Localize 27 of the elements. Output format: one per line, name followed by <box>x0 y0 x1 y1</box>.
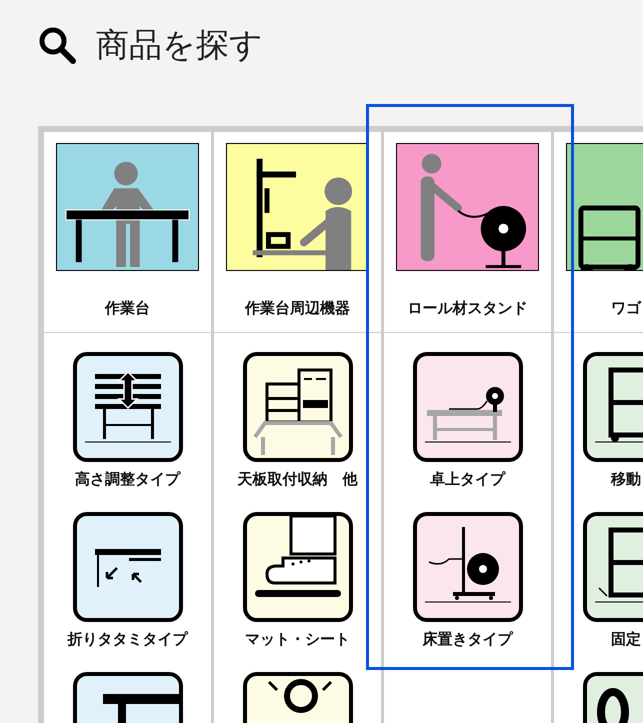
subcategory-label[interactable]: 折りタタミタイプ <box>68 630 188 648</box>
category-column[interactable]: ワゴ 移動 固定 <box>554 132 643 723</box>
category-icon[interactable] <box>56 143 199 271</box>
page-title: 商品を探す <box>96 24 263 66</box>
subcategory-label[interactable]: 固定 <box>611 630 641 648</box>
category-icon[interactable] <box>226 143 369 271</box>
subcategory-label[interactable]: 高さ調整タイプ <box>75 470 180 488</box>
category-icon[interactable] <box>396 143 539 271</box>
subcategory-label[interactable]: マット・シート <box>245 630 350 648</box>
search-icon <box>38 26 76 64</box>
subcategory-label[interactable]: 床置きタイプ <box>422 630 512 648</box>
category-label[interactable]: ロール材スタンド <box>408 299 528 317</box>
category-label[interactable]: 作業台 <box>105 299 150 317</box>
subcategory-icon[interactable] <box>72 512 182 622</box>
category-label[interactable]: ワゴ <box>611 299 641 317</box>
category-column[interactable]: ロール材スタンド 卓上タイプ 床置きタイプ <box>384 132 551 723</box>
subcategory-icon[interactable] <box>72 352 182 462</box>
subcategory-icon[interactable] <box>412 352 522 462</box>
category-column[interactable]: 作業台周辺機器 天板取付収納 他 マット・シート <box>214 132 381 723</box>
subcategory-icon[interactable] <box>242 352 352 462</box>
subcategory-label[interactable]: 天板取付収納 他 <box>238 470 358 488</box>
subcategory-label[interactable]: 卓上タイプ <box>430 470 505 488</box>
category-label[interactable]: 作業台周辺機器 <box>245 299 350 317</box>
subcategory-icon[interactable] <box>242 512 352 622</box>
subcategory-label[interactable]: 移動 <box>611 470 641 488</box>
category-column[interactable]: 作業台 高さ調整タイプ 折りタタミタイプ <box>44 132 211 723</box>
subcategory-icon[interactable] <box>412 512 522 622</box>
